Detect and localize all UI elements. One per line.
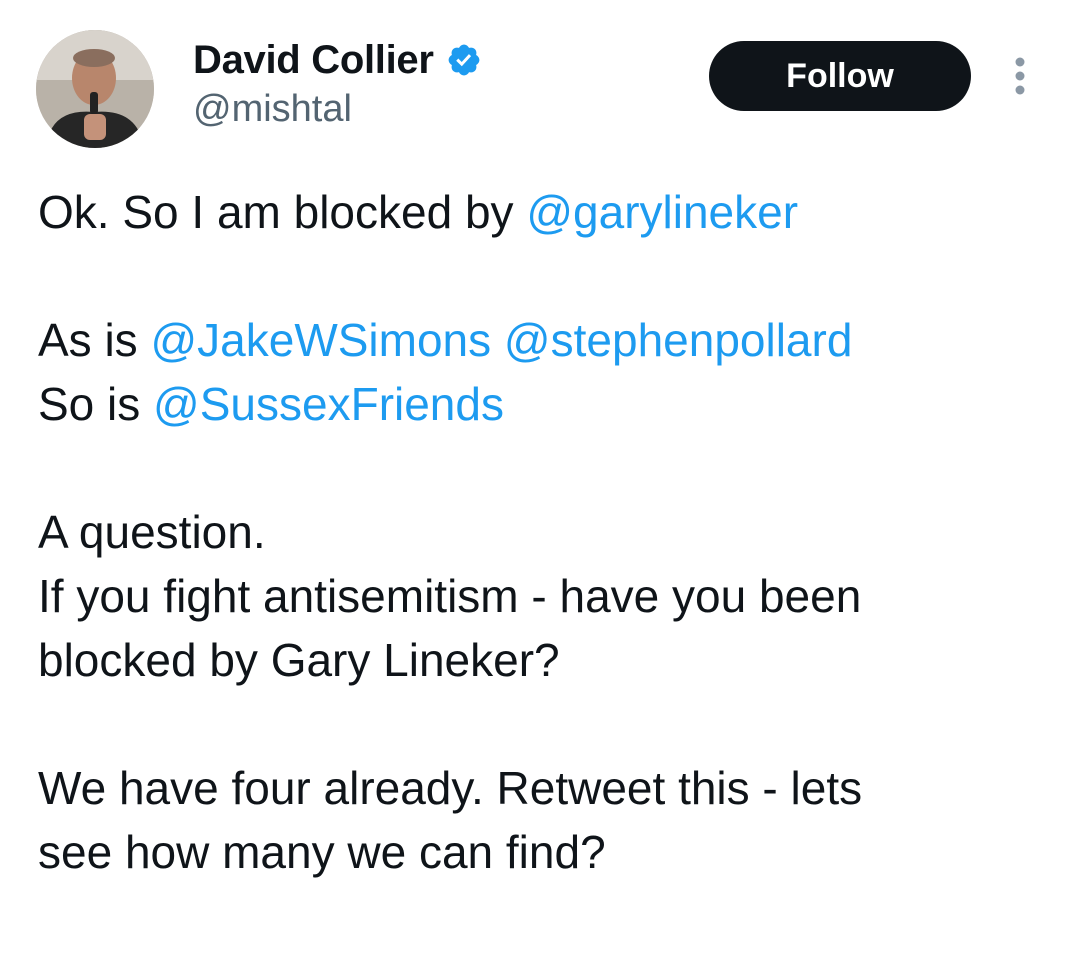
tweet-paragraph: A question. If you fight antisemitism - … (38, 500, 1058, 692)
mention-link[interactable]: @SussexFriends (153, 378, 504, 430)
tweet-text-segment: Ok. So I am blocked by (38, 186, 527, 238)
tweet-paragraph: Ok. So I am blocked by @garylineker (38, 180, 1058, 244)
tweet-text-segment: So is (38, 378, 154, 430)
tweet-paragraph: We have four already. Retweet this - let… (38, 756, 1058, 884)
tweet-line: If you fight antisemitism - have you bee… (38, 570, 862, 622)
more-vertical-icon[interactable] (1004, 56, 1036, 96)
tweet-line: As is @JakeWSimons @stephenpollard (38, 308, 1058, 372)
tweet-text: Ok. So I am blocked by @garylineker As i… (38, 180, 1058, 884)
tweet-line: Ok. So I am blocked by @garylineker (38, 180, 1058, 244)
tweet-line: So is @SussexFriends (38, 372, 1058, 436)
author-handle[interactable]: @mishtal (193, 88, 352, 131)
mention-link[interactable]: @JakeWSimons (150, 314, 491, 366)
mention-link[interactable]: @stephenpollard (504, 314, 852, 366)
verified-badge-icon[interactable] (446, 42, 482, 78)
author-display-name[interactable]: David Collier (193, 38, 434, 83)
tweet-line: see how many we can find? (38, 826, 606, 878)
tweet-line: A question. (38, 506, 266, 558)
tweet-line: blocked by Gary Lineker? (38, 634, 560, 686)
avatar[interactable] (36, 30, 154, 148)
tweet-paragraph: As is @JakeWSimons @stephenpollard So is… (38, 308, 1058, 436)
author-name-row: David Collier (193, 32, 482, 88)
tweet-line: We have four already. Retweet this - let… (38, 762, 863, 814)
mention-link[interactable]: @garylineker (526, 186, 798, 238)
tweet-text-segment: As is (38, 314, 151, 366)
avatar-photo (36, 30, 154, 148)
follow-button[interactable]: Follow (709, 41, 971, 111)
